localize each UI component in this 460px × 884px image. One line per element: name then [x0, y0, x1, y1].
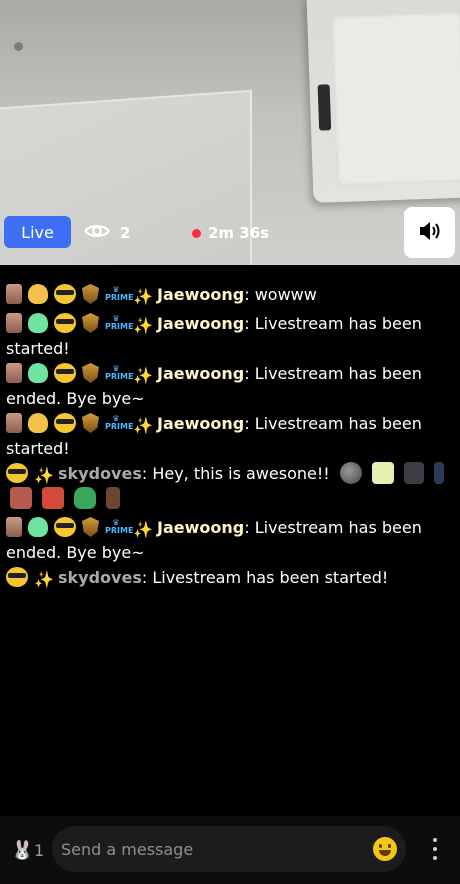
chat-message: ♛ PRIME✨ Jaewoong: Livestream has been sta… — [6, 311, 451, 361]
more-vertical-icon[interactable] — [426, 838, 444, 860]
sparkle-badge-icon: ✨ — [133, 520, 153, 539]
rabbit-icon[interactable]: 🐰 — [11, 840, 33, 861]
shield-badge-icon — [82, 313, 99, 333]
chat-separator: : — [141, 464, 153, 483]
sparkle-badge-icon: ✨ — [34, 466, 54, 485]
chat-message: ♛ PRIME✨ Jaewoong: Livestream has been sta… — [6, 411, 451, 461]
reaction-count: 1 — [34, 841, 45, 860]
emote-icon — [10, 487, 32, 509]
chat-username[interactable]: skydoves — [58, 568, 142, 587]
cat-badge-icon — [28, 313, 48, 333]
sunglasses-badge-icon — [6, 567, 28, 587]
chat-list[interactable]: ♛ PRIME✨ Jaewoong: wowww ♛ PRIME✨ Jaewoong: … — [6, 282, 451, 590]
chat-username[interactable]: Jaewoong — [157, 285, 244, 304]
sunglasses-badge-icon — [54, 363, 76, 383]
prime-badge-icon: ♛ PRIME — [105, 364, 134, 381]
user-badge-icon — [6, 284, 22, 304]
video-frame-device — [306, 0, 460, 203]
sparkle-badge-icon: ✨ — [133, 366, 153, 385]
shield-badge-icon — [82, 517, 99, 537]
emote-icon — [339, 462, 362, 484]
shield-badge-icon — [82, 413, 99, 433]
prime-badge-icon: ♛ PRIME — [105, 414, 134, 431]
chat-message: ✨ skydoves: Hey, this is awesone!! — [6, 461, 451, 511]
chat-message: ♛ PRIME✨ Jaewoong: wowww — [6, 282, 451, 307]
shield-badge-icon — [82, 284, 99, 304]
video-frame-detail — [14, 42, 23, 51]
volume-button[interactable] — [404, 207, 455, 258]
sparkle-badge-icon: ✨ — [133, 287, 153, 306]
prime-badge-icon: ♛ PRIME — [105, 285, 134, 302]
recording-dot-icon — [192, 228, 201, 238]
chat-username[interactable]: Jaewoong — [157, 314, 244, 333]
user-badge-icon — [6, 363, 22, 383]
chat-message: ♛ PRIME✨ Jaewoong: Livestream has been end… — [6, 515, 451, 565]
chat-text: Livestream has been started! — [152, 568, 389, 587]
cat-badge-icon — [28, 284, 48, 304]
chat-username[interactable]: Jaewoong — [157, 364, 244, 383]
chat-message: ♛ PRIME✨ Jaewoong: Livestream has been end… — [6, 361, 451, 411]
live-badge: Live — [4, 216, 71, 248]
eye-icon — [84, 222, 110, 244]
emote-icon — [403, 462, 424, 484]
stream-duration: 2m 36s — [192, 222, 269, 244]
sparkle-badge-icon: ✨ — [133, 316, 153, 335]
prime-badge-icon: ♛ PRIME — [105, 314, 134, 331]
user-badge-icon — [6, 517, 22, 537]
sparkle-badge-icon: ✨ — [34, 570, 54, 589]
sunglasses-badge-icon — [6, 463, 28, 483]
sunglasses-badge-icon — [54, 284, 76, 304]
user-badge-icon — [6, 413, 22, 433]
emote-icon — [42, 487, 64, 509]
chat-separator: : — [244, 518, 255, 537]
chat-text: wowww — [254, 285, 317, 304]
smiley-icon[interactable] — [373, 837, 397, 861]
message-input[interactable] — [52, 826, 406, 872]
prime-badge-icon: ♛ PRIME — [105, 518, 134, 535]
cat-badge-icon — [28, 413, 48, 433]
cat-badge-icon — [28, 363, 48, 383]
chat-separator: : — [244, 314, 255, 333]
chat-separator: : — [244, 364, 255, 383]
sparkle-badge-icon: ✨ — [133, 416, 153, 435]
shield-badge-icon — [82, 363, 99, 383]
emote-icon — [106, 487, 120, 509]
user-badge-icon — [6, 313, 22, 333]
viewer-counter: 2 — [84, 220, 130, 246]
speaker-icon — [418, 220, 442, 246]
emote-icon — [371, 462, 394, 484]
pepe-emote-icon — [74, 487, 96, 509]
sunglasses-badge-icon — [54, 413, 76, 433]
chat-username[interactable]: skydoves — [58, 464, 142, 483]
chat-separator: : — [141, 568, 153, 587]
viewer-count: 2 — [120, 224, 131, 242]
cat-badge-icon — [28, 517, 48, 537]
sunglasses-badge-icon — [54, 313, 76, 333]
sunglasses-badge-icon — [54, 517, 76, 537]
video-player[interactable]: Live 2 2m 36s — [0, 0, 460, 265]
chat-message: ✨ skydoves: Livestream has been started! — [6, 565, 451, 590]
chat-separator: : — [244, 414, 255, 433]
chat-separator: : — [244, 285, 255, 304]
chat-username[interactable]: Jaewoong — [157, 414, 244, 433]
chat-text: Hey, this is awesone!! — [152, 464, 330, 483]
emote-icon — [433, 462, 444, 484]
chat-username[interactable]: Jaewoong — [157, 518, 244, 537]
duration-text: 2m 36s — [208, 224, 270, 242]
